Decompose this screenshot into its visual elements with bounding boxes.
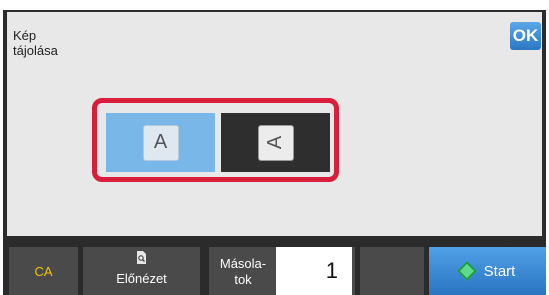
unlabeled-button[interactable] xyxy=(360,247,424,295)
preview-label: Előnézet xyxy=(116,271,167,286)
preview-icon xyxy=(137,251,146,264)
clear-all-button[interactable]: CA xyxy=(9,247,78,295)
portrait-orientation-button[interactable]: A xyxy=(106,113,215,172)
orientation-selector: A A xyxy=(92,98,339,182)
copies-control: Másola- tok 1 xyxy=(209,247,355,295)
portrait-glyph: A xyxy=(153,131,168,153)
landscape-glyph: A xyxy=(264,135,286,150)
main-panel: Kép tájolása OK A A xyxy=(7,12,542,236)
copies-label: Másola- tok xyxy=(219,256,267,287)
start-label: Start xyxy=(483,262,516,280)
page-title: Kép tájolása xyxy=(13,28,58,58)
landscape-orientation-button[interactable]: A xyxy=(221,113,330,172)
portrait-orientation-icon: A xyxy=(142,124,179,161)
bottom-action-bar: CA Előnézet Másola- tok 1 Start xyxy=(3,241,546,295)
ok-button[interactable]: OK xyxy=(510,22,541,50)
start-button[interactable]: Start xyxy=(429,247,546,295)
preview-button[interactable]: Előnézet xyxy=(83,247,200,295)
start-icon xyxy=(456,261,477,281)
landscape-orientation-icon: A xyxy=(257,124,294,161)
copier-screen: Kép tájolása OK A A CA Előnézet Másola- … xyxy=(3,10,546,295)
copies-input[interactable]: 1 xyxy=(276,247,352,295)
